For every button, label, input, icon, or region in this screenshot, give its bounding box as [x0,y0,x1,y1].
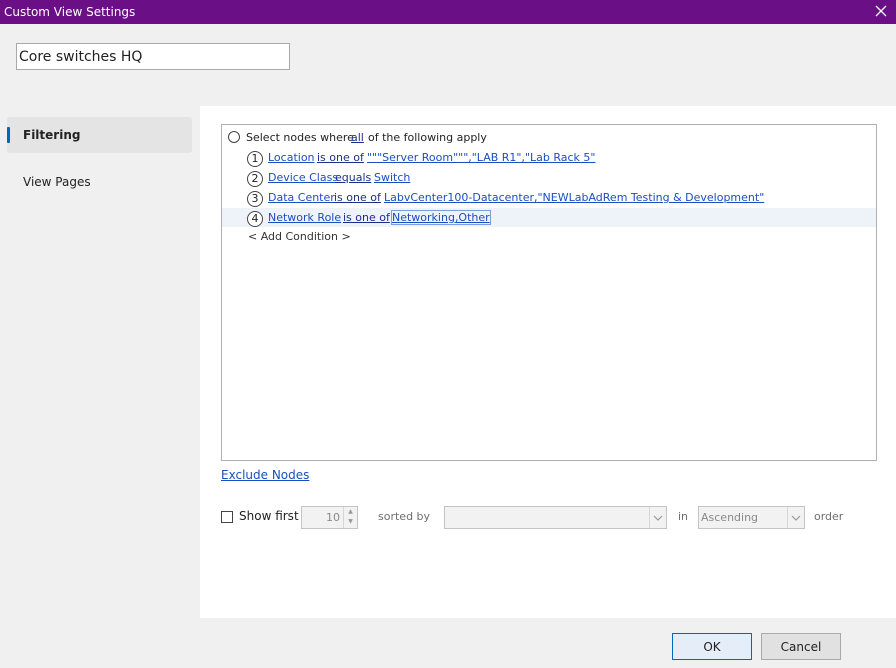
filter-conditions-box: Select nodes where all of the following … [221,124,877,461]
order-value: Ascending [701,511,759,524]
filter-header-row: Select nodes where all of the following … [222,128,876,147]
condition-value-link[interactable]: Networking,Other [391,210,491,225]
ok-button[interactable]: OK [672,633,752,660]
add-condition-row: < Add Condition > [222,227,876,246]
condition-value-link[interactable]: Switch [374,171,410,184]
sorted-by-select[interactable] [444,506,667,529]
dialog-footer: OK Cancel [0,618,896,668]
condition-field-link[interactable]: Device Class [268,171,338,184]
condition-field-link[interactable]: Location [268,151,315,164]
title-bar: Custom View Settings [0,0,896,24]
show-first-value: 10 [326,511,340,524]
stepper-arrows-icon[interactable]: ▲ ▼ [343,507,357,528]
sidebar-item-filtering[interactable]: Filtering [7,117,192,153]
sidebar-item-view-pages[interactable]: View Pages [7,164,192,200]
cancel-button[interactable]: Cancel [761,633,841,660]
condition-number: 1 [247,151,263,167]
condition-operator-link[interactable]: is one of [317,151,364,164]
view-name-input[interactable] [16,43,290,70]
select-all-radio[interactable] [228,131,240,143]
sorted-by-label: sorted by [378,510,431,523]
condition-value-link[interactable]: """Server Room""","LAB R1","Lab Rack 5" [367,151,595,164]
condition-operator-link[interactable]: equals [335,171,371,184]
condition-row: 3 Data Center is one of LabvCenter100-Da… [222,188,876,207]
order-select[interactable]: Ascending [698,506,805,529]
filtering-panel: Select nodes where all of the following … [200,106,896,618]
condition-row: 2 Device Class equals Switch [222,168,876,187]
condition-value-link[interactable]: LabvCenter100-Datacenter,"NEWLabAdRem Te… [384,191,764,204]
condition-number: 3 [247,191,263,207]
quantifier-link[interactable]: all [351,131,364,144]
filter-header-suffix: of the following apply [368,131,487,144]
sidebar-item-label: View Pages [23,175,91,189]
condition-row: 1 Location is one of """Server Room""","… [222,148,876,167]
add-condition-button[interactable]: < Add Condition > [248,230,351,243]
limit-row: Show first 10 ▲ ▼ sorted by in Ascending … [200,506,896,530]
condition-field-link[interactable]: Data Center [268,191,335,204]
condition-number: 2 [247,171,263,187]
sidebar-item-label: Filtering [23,128,81,142]
order-label: order [814,510,844,523]
close-icon[interactable] [873,2,889,20]
show-first-checkbox[interactable] [221,511,233,523]
chevron-down-icon [649,507,666,528]
filter-header-prefix: Select nodes where [246,131,354,144]
in-label: in [678,510,689,523]
condition-row: 4 Network Role is one of Networking,Othe… [222,208,876,227]
show-first-stepper[interactable]: 10 ▲ ▼ [301,506,358,529]
chevron-down-icon [787,507,804,528]
window-title: Custom View Settings [4,5,136,19]
condition-field-link[interactable]: Network Role [268,211,341,224]
condition-operator-link[interactable]: is one of [343,211,390,224]
show-first-label: Show first [239,509,299,523]
sidebar: Filtering View Pages [0,106,200,618]
condition-operator-link[interactable]: is one of [334,191,381,204]
view-name-area [0,24,896,106]
condition-number: 4 [247,211,263,227]
exclude-nodes-link[interactable]: Exclude Nodes [221,468,309,482]
